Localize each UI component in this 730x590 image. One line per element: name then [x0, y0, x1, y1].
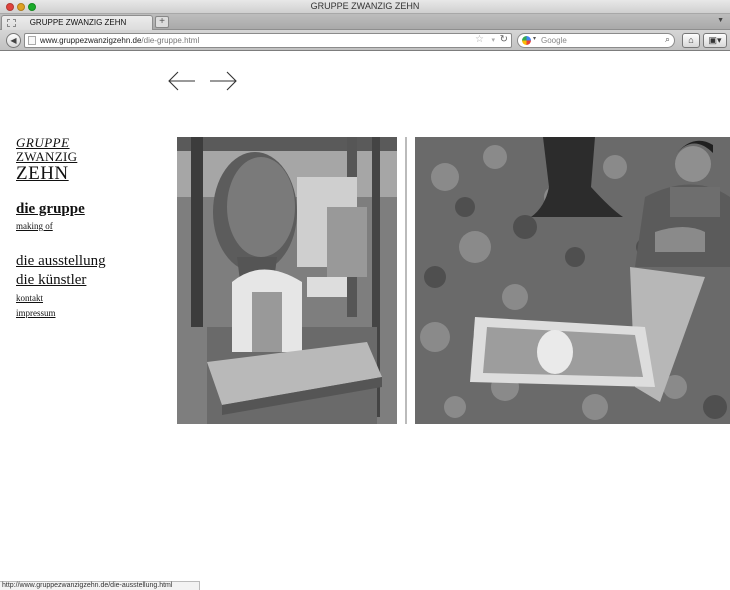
- tab-bar: GRUPPE ZWANZIG ZEHN + ▼: [0, 14, 730, 30]
- logo-line-2: ZWANZIG: [16, 149, 78, 164]
- bookmarks-icon: ▣▾: [708, 35, 722, 45]
- search-bar[interactable]: ▾ Google ⌕: [517, 33, 675, 48]
- search-engine-dropdown-icon[interactable]: ▾: [533, 35, 536, 42]
- url-text[interactable]: www.gruppezwanzigzehn.de/die-gruppe.html: [40, 36, 199, 45]
- home-button[interactable]: ⌂: [682, 33, 700, 48]
- back-button[interactable]: ◀: [6, 33, 21, 48]
- logo-line-1: GRUPPE: [16, 135, 70, 150]
- page-icon: [28, 36, 36, 45]
- nav-impressum[interactable]: impressum: [16, 308, 56, 318]
- site-logo[interactable]: GRUPPE ZWANZIG ZEHN: [16, 136, 77, 184]
- search-placeholder: Google: [541, 36, 567, 45]
- url-domain: www.gruppezwanzigzehn.de: [40, 36, 142, 45]
- sculpture-photo: [177, 137, 397, 424]
- search-icon[interactable]: ⌕: [665, 34, 670, 45]
- new-tab-button[interactable]: +: [155, 16, 169, 28]
- reader-dropdown-icon[interactable]: ▾: [491, 36, 495, 44]
- nav-die-gruppe[interactable]: die gruppe: [16, 201, 85, 218]
- bookmarks-button[interactable]: ▣▾: [703, 33, 727, 48]
- arrow-left-icon[interactable]: [167, 70, 197, 92]
- tab-gruppe-zwanzig-zehn[interactable]: GRUPPE ZWANZIG ZEHN: [1, 15, 153, 30]
- url-path: /die-gruppe.html: [141, 36, 200, 45]
- browser-toolbar: ◀ www.gruppezwanzigzehn.de/die-gruppe.ht…: [0, 30, 730, 51]
- page-content: GRUPPE ZWANZIG ZEHN die gruppe making of…: [0, 52, 730, 583]
- tab-label: GRUPPE ZWANZIG ZEHN: [29, 18, 127, 27]
- home-icon: ⌂: [688, 35, 694, 45]
- window-titlebar: GRUPPE ZWANZIG ZEHN: [0, 0, 730, 14]
- nav-kontakt[interactable]: kontakt: [16, 293, 43, 303]
- google-icon[interactable]: [522, 36, 531, 45]
- logo-line-3: ZEHN: [16, 163, 69, 184]
- window-title: GRUPPE ZWANZIG ZEHN: [310, 1, 420, 11]
- status-bar: http://www.gruppezwanzigzehn.de/die-auss…: [0, 581, 200, 590]
- photo-divider: [405, 137, 407, 424]
- nav-making-of[interactable]: making of: [16, 221, 53, 231]
- nav-die-ausstellung[interactable]: die ausstellung: [16, 253, 106, 270]
- reload-icon[interactable]: ↻: [500, 34, 508, 45]
- address-bar[interactable]: www.gruppezwanzigzehn.de/die-gruppe.html…: [24, 33, 512, 48]
- nav-die-kuenstler[interactable]: die künstler: [16, 272, 86, 289]
- artist-photo: [415, 137, 730, 424]
- bookmark-star-icon[interactable]: ☆: [475, 34, 484, 45]
- tab-overflow-chevron-icon[interactable]: ▼: [717, 17, 724, 24]
- back-icon: ◀: [10, 36, 17, 45]
- arrow-right-icon[interactable]: [208, 70, 238, 92]
